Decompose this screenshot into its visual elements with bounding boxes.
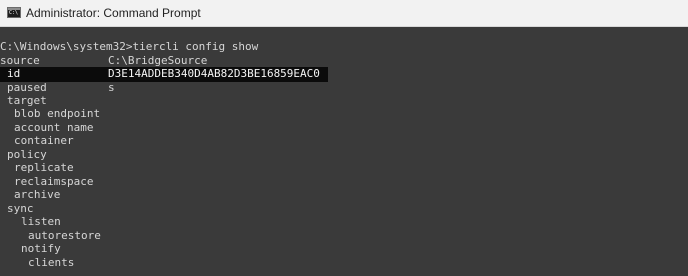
config-key-id: id	[7, 67, 21, 80]
command-prompt-icon	[7, 7, 21, 18]
config-section-sync: sync	[7, 202, 34, 215]
config-key-archive: archive	[14, 188, 61, 201]
config-key-paused: paused	[7, 81, 47, 94]
config-key-autorestore: autorestore	[28, 229, 101, 242]
config-section-policy: policy	[7, 148, 47, 161]
config-key-listen: listen	[21, 215, 61, 228]
config-key-replicate: replicate	[14, 161, 74, 174]
window-title: Administrator: Command Prompt	[26, 6, 201, 20]
console-row-source: source C:\BridgeSource	[0, 54, 320, 67]
config-key-source: source	[0, 54, 40, 67]
config-section-target: target	[7, 94, 47, 107]
config-value-id: D3E14ADDEB340D4AB82D3BE16859EAC0	[108, 67, 320, 80]
prompt-line: C:\Windows\system32>tiercli config show	[0, 40, 259, 53]
config-key-notify: notify	[21, 242, 61, 255]
config-key-blob-endpoint: blob endpoint	[14, 107, 101, 120]
console-row-id-selected[interactable]: id D3E14ADDEB340D4AB82D3BE16859EAC0	[0, 67, 328, 82]
config-key-container: container	[14, 134, 74, 147]
config-value-source: C:\BridgeSource	[108, 54, 208, 67]
title-bar[interactable]: Administrator: Command Prompt	[0, 0, 688, 27]
config-key-reclaimspace: reclaimspace	[14, 175, 94, 188]
config-key-account-name: account name	[14, 121, 94, 134]
console-row-paused: paused s	[0, 81, 320, 94]
command-prompt-window[interactable]: Administrator: Command Prompt C:\Windows…	[0, 0, 688, 276]
config-key-clients: clients	[28, 256, 75, 269]
config-value-paused: s	[108, 81, 115, 94]
console-output[interactable]: C:\Windows\system32>tiercli config show …	[0, 27, 688, 276]
